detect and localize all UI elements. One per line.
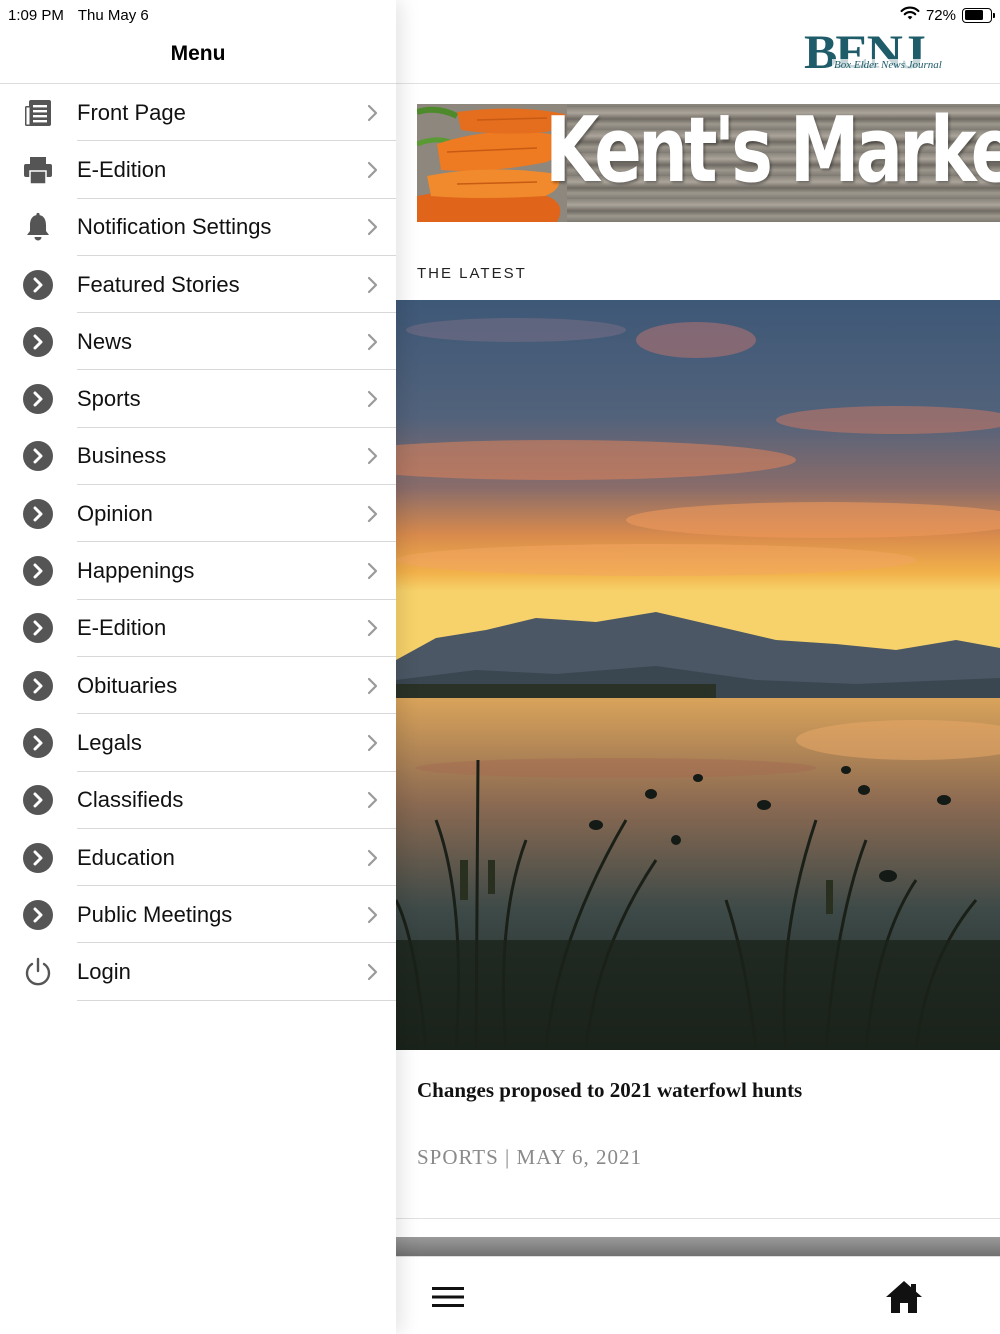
- chevron-right-icon: [366, 905, 380, 925]
- chevron-right-icon: [366, 332, 380, 352]
- menu-item-label: Legals: [77, 729, 142, 755]
- story-meta: SPORTS | MAY 6, 2021: [417, 1145, 643, 1169]
- newspaper-icon: [22, 97, 54, 129]
- menu-item-label: Opinion: [77, 500, 153, 526]
- banner-ad[interactable]: Kent's Marke: [417, 104, 1000, 222]
- status-bar-left: 1:09 PM Thu May 6: [8, 4, 149, 26]
- power-icon: [22, 956, 54, 988]
- chevron-right-icon: [366, 160, 380, 180]
- menu-item-login[interactable]: Login: [0, 943, 396, 1001]
- chevron-circle-icon: [22, 269, 54, 301]
- chevron-right-icon: [366, 790, 380, 810]
- chevron-right-icon: [366, 848, 380, 868]
- menu-item-label: Business: [77, 443, 167, 469]
- chevron-right-icon: [366, 275, 380, 295]
- chevron-right-icon: [366, 733, 380, 753]
- menu-item-notification-settings[interactable]: Notification Settings: [0, 199, 396, 256]
- story-image[interactable]: [396, 300, 1000, 1050]
- chevron-right-icon: [366, 504, 380, 524]
- menu-item-obituaries[interactable]: Obituaries: [0, 657, 396, 715]
- menu-item-label: E-Edition: [77, 615, 167, 641]
- menu-item-label: E-Edition: [77, 156, 167, 182]
- chevron-circle-icon: [22, 899, 54, 931]
- app-header: 72% BENJ Box Elder News Journal: [396, 0, 1000, 84]
- side-menu: 1:09 PM Thu May 6 Menu Front Page E-Editi…: [0, 0, 396, 1334]
- menu-item-label: News: [77, 328, 133, 354]
- menu-item-label: Notification Settings: [77, 214, 272, 240]
- menu-title: Menu: [170, 42, 226, 65]
- menu-item-label: Front Page: [77, 99, 186, 125]
- menu-item-label: Sports: [77, 386, 141, 412]
- chevron-right-icon: [366, 389, 380, 409]
- chevron-right-icon: [366, 561, 380, 581]
- wifi-icon: [900, 5, 920, 25]
- menu-item-classifieds[interactable]: Classifieds: [0, 772, 396, 829]
- section-label: THE LATEST: [417, 265, 527, 282]
- chevron-right-icon: [366, 962, 380, 982]
- menu-item-label: Login: [77, 959, 131, 985]
- bottom-tab-bar: [396, 1256, 1000, 1334]
- printer-icon: [22, 154, 54, 186]
- story-title[interactable]: Changes proposed to 2021 waterfowl hunts: [417, 1078, 802, 1103]
- chevron-right-icon: [366, 103, 380, 123]
- menu-item-e-edition[interactable]: E-Edition: [0, 141, 396, 199]
- menu-item-front-page[interactable]: Front Page: [0, 84, 396, 142]
- chevron-right-icon: [366, 446, 380, 466]
- menu-item-business[interactable]: Business: [0, 428, 396, 486]
- menu-item-label: Happenings: [77, 558, 195, 584]
- chevron-circle-icon: [22, 727, 54, 759]
- status-bar-right: 72%: [900, 4, 995, 26]
- next-story-image[interactable]: [396, 1237, 1000, 1257]
- chevron-right-icon: [366, 676, 380, 696]
- chevron-right-icon: [366, 618, 380, 638]
- menu-item-label: Obituaries: [77, 672, 178, 698]
- menu-item-label: Education: [77, 844, 175, 870]
- battery-icon: [962, 7, 995, 23]
- status-time: 1:09 PM: [8, 6, 64, 24]
- home-icon[interactable]: [884, 1277, 924, 1317]
- menu-item-label: Featured Stories: [77, 271, 240, 297]
- chevron-circle-icon: [22, 842, 54, 874]
- bell-icon: [22, 211, 54, 243]
- menu-item-featured-stories[interactable]: Featured Stories: [0, 256, 396, 314]
- menu-item-news[interactable]: News: [0, 313, 396, 371]
- chevron-circle-icon: [22, 383, 54, 415]
- hamburger-icon[interactable]: [426, 1279, 470, 1315]
- menu-item-label: Classifieds: [77, 787, 184, 813]
- menu-item-public-meetings[interactable]: Public Meetings: [0, 886, 396, 944]
- chevron-circle-icon: [22, 440, 54, 472]
- menu-item-sports[interactable]: Sports: [0, 370, 396, 428]
- menu-item-e-edition[interactable]: E-Edition: [0, 600, 396, 657]
- chevron-circle-icon: [22, 555, 54, 587]
- chevron-circle-icon: [22, 612, 54, 644]
- menu-list: Front Page E-Edition Notification Settings…: [0, 84, 396, 1001]
- menu-item-legals[interactable]: Legals: [0, 714, 396, 772]
- chevron-right-icon: [366, 217, 380, 237]
- chevron-circle-icon: [22, 670, 54, 702]
- site-logo[interactable]: BENJ Box Elder News Journal: [804, 28, 986, 76]
- status-date: Thu May 6: [77, 6, 149, 24]
- logo-subtitle: Box Elder News Journal: [832, 59, 944, 71]
- chevron-circle-icon: [22, 498, 54, 530]
- banner-ad-text: Kent's Marke: [545, 104, 1000, 203]
- battery-percent: 72%: [925, 6, 956, 24]
- menu-item-label: Public Meetings: [77, 901, 233, 927]
- menu-item-opinion[interactable]: Opinion: [0, 485, 396, 543]
- menu-item-education[interactable]: Education: [0, 829, 396, 887]
- divider: [77, 999, 396, 1001]
- chevron-circle-icon: [22, 326, 54, 358]
- menu-item-happenings[interactable]: Happenings: [0, 542, 396, 600]
- chevron-circle-icon: [22, 784, 54, 816]
- story-divider: [396, 1218, 1000, 1219]
